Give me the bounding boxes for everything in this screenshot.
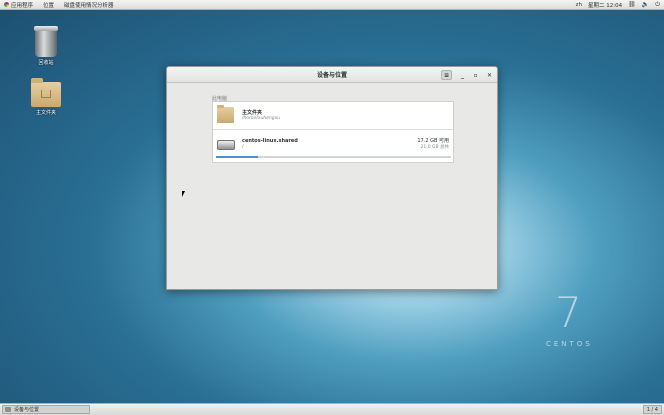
home-folder-icon [217, 105, 234, 123]
power-icon[interactable]: ⏻ [655, 0, 660, 10]
applications-icon [4, 2, 9, 7]
current-app-label: 磁盘使用情况分析器 [64, 2, 114, 9]
window-icon [5, 407, 11, 412]
device-free-space: 17.2 GB 可用 [417, 138, 449, 144]
hamburger-menu-button[interactable]: ≡ [441, 70, 452, 80]
device-path: /home/xuhengxu [242, 116, 281, 121]
top-panel: 应用程序 位置 磁盘使用情况分析器 zh 星期二 12:04 ⛓ 🔈 ⏻ [0, 0, 664, 10]
device-name: 主文件夹 [242, 110, 263, 116]
places-menu[interactable]: 位置 [39, 0, 60, 10]
hard-drive-icon [217, 140, 235, 150]
network-icon[interactable]: ⛓ [628, 0, 636, 10]
desktop-home-folder[interactable]: 主文件夹 [24, 78, 68, 116]
applications-menu-label: 应用程序 [11, 2, 34, 9]
desktop-trash-label: 回收站 [38, 60, 54, 66]
disk-usage-bar [216, 156, 451, 158]
desktop-home-label: 主文件夹 [35, 110, 56, 116]
places-menu-label: 位置 [43, 2, 55, 9]
window-titlebar[interactable]: 设备与位置 ≡ _ ▫ ✕ [167, 67, 497, 83]
applications-menu[interactable]: 应用程序 [0, 0, 39, 10]
taskbar-item-label: 设备与位置 [14, 407, 40, 413]
devices-locations-window: 设备与位置 ≡ _ ▫ ✕ 此电脑 主文件夹 /home/xuhengxu ce… [166, 66, 498, 290]
clock[interactable]: 星期二 12:04 [588, 1, 622, 9]
device-list: 主文件夹 /home/xuhengxu centos-linux.shared … [212, 101, 454, 163]
current-app-menu[interactable]: 磁盘使用情况分析器 [60, 0, 120, 10]
volume-icon[interactable]: 🔈 [642, 0, 649, 10]
home-folder-icon [31, 78, 61, 107]
close-button[interactable]: ✕ [484, 70, 495, 80]
centos-version-logo: 7 [555, 288, 582, 337]
maximize-button[interactable]: ▫ [470, 70, 481, 80]
minimize-button[interactable]: _ [457, 70, 468, 80]
workspace-switcher[interactable]: 1 / 4 [642, 405, 662, 414]
device-name: centos-linux.shared [242, 138, 298, 144]
device-path: / [242, 145, 244, 150]
device-total-space: 21.0 GB 总共 [420, 145, 449, 150]
centos-wordmark: CENTOS [546, 340, 593, 348]
device-row-home[interactable]: 主文件夹 /home/xuhengxu [213, 102, 453, 130]
taskbar-item[interactable]: 设备与位置 [2, 405, 90, 414]
desktop-trash[interactable]: 回收站 [24, 26, 68, 66]
device-row-disk[interactable]: centos-linux.shared / 17.2 GB 可用 21.0 GB… [213, 131, 453, 163]
input-method-indicator[interactable]: zh [576, 2, 582, 8]
mouse-cursor [182, 191, 185, 197]
disk-usage-fill [216, 156, 259, 158]
trash-icon [34, 26, 58, 57]
window-title: 设备与位置 [316, 72, 347, 79]
bottom-panel: 设备与位置 1 / 4 [0, 403, 664, 415]
